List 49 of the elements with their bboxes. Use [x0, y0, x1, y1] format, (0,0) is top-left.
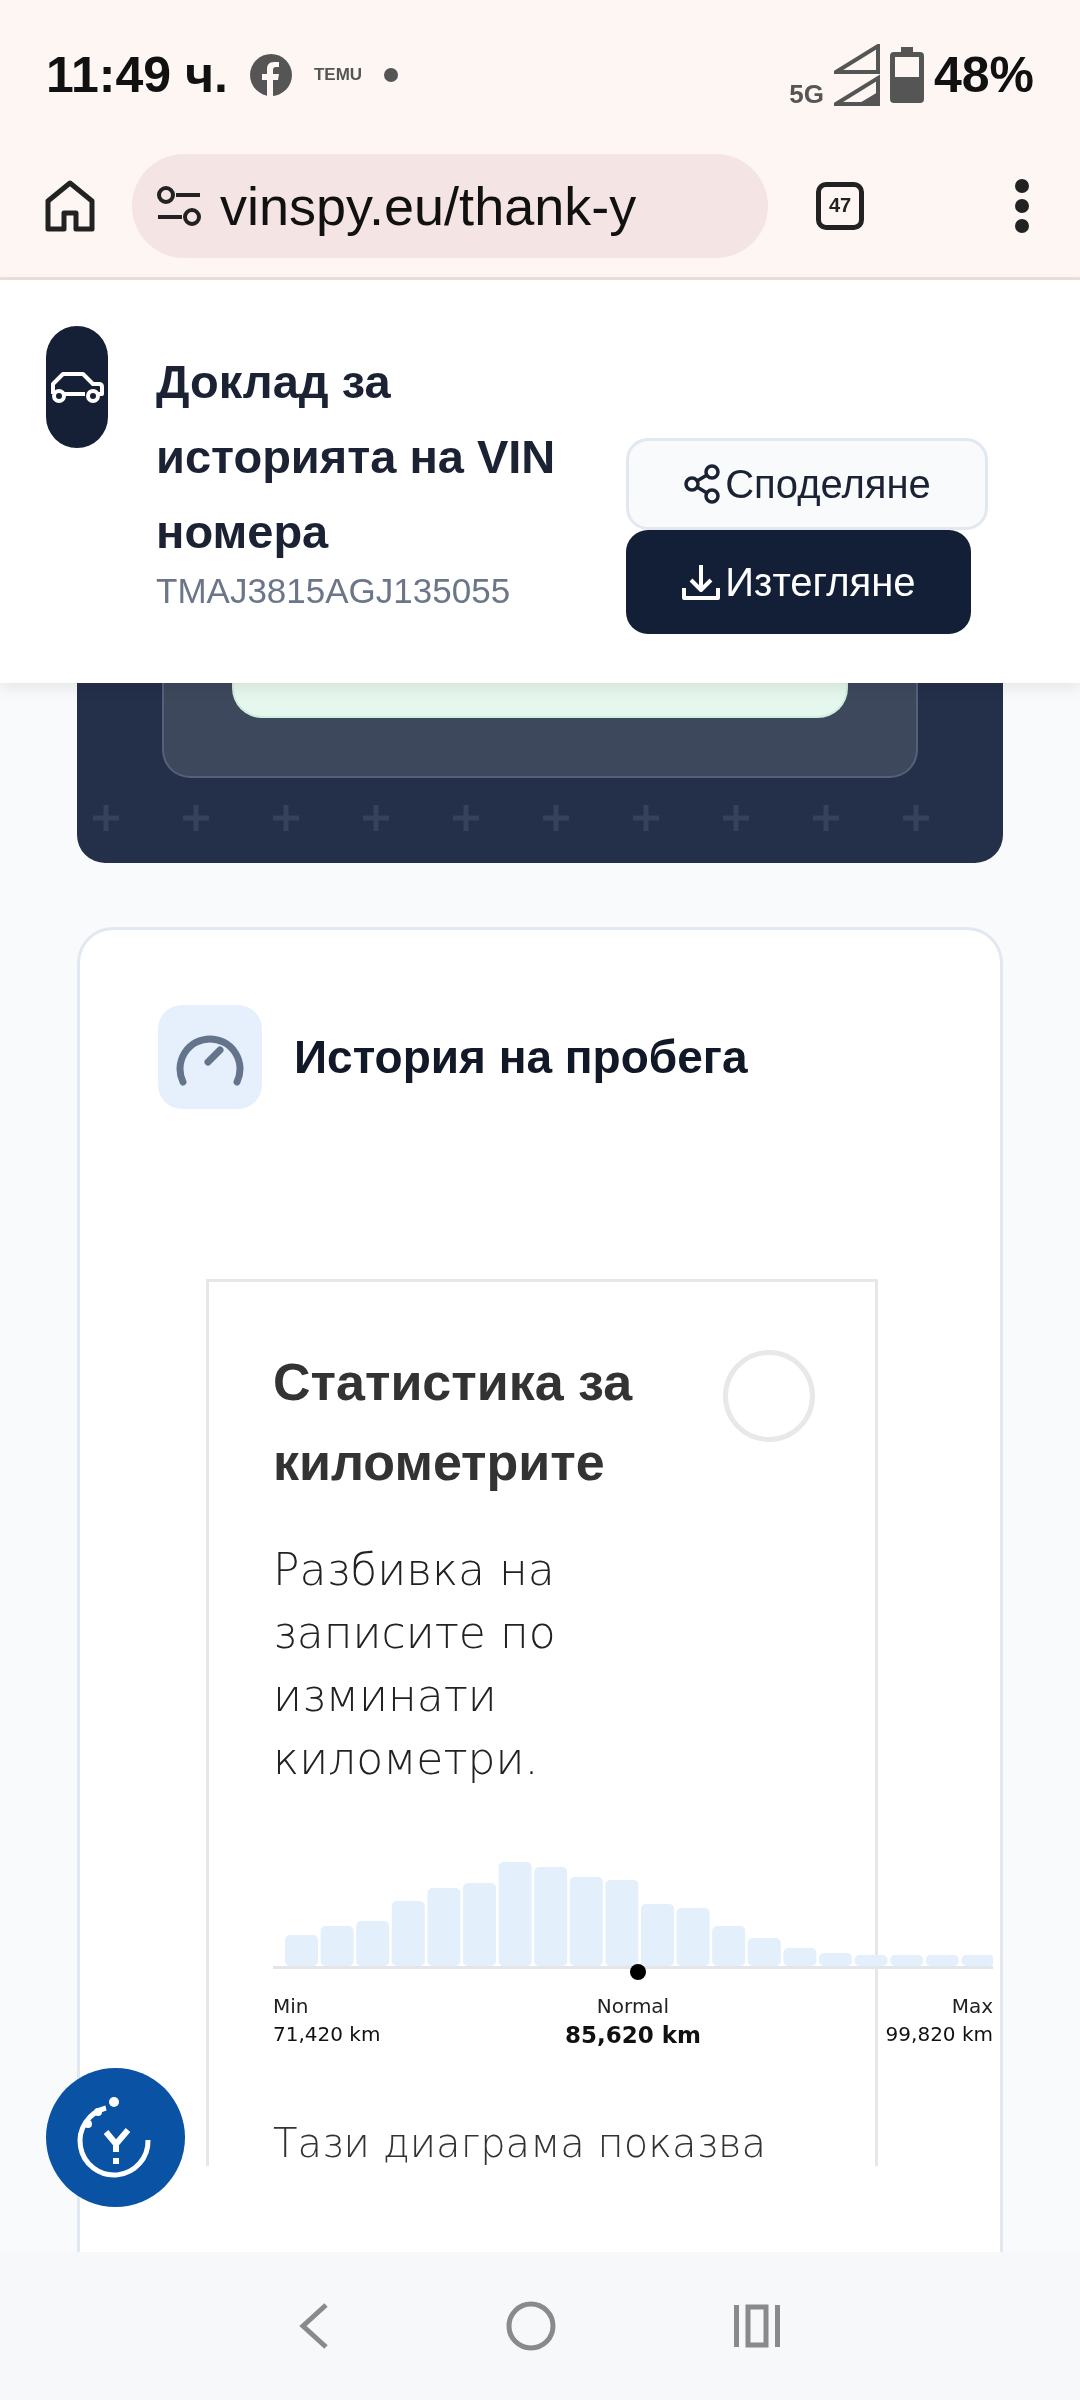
histogram-bar	[961, 1955, 993, 1966]
home-button[interactable]	[506, 2301, 556, 2351]
recent-apps-icon	[732, 2303, 782, 2349]
histogram-bar	[783, 1948, 817, 1966]
signal-icon	[833, 44, 880, 106]
vin-number: TMAJ3815AGJ135055	[156, 571, 512, 611]
battery-level: 48%	[933, 46, 1034, 104]
clock: 11:49 ч.	[46, 46, 228, 104]
histogram-bar	[854, 1955, 888, 1966]
stats-title: Статистика за километрите	[273, 1352, 634, 1493]
back-icon	[298, 2302, 330, 2350]
dot-icon	[384, 68, 399, 82]
stats-description: Разбивка на записите по изминати километри.	[273, 1543, 557, 1786]
histogram-bar	[925, 1955, 959, 1966]
home-icon[interactable]	[44, 178, 96, 233]
notification-label: TEMU	[313, 65, 363, 85]
normal-value: 85,620 km	[565, 2022, 701, 2048]
share-button[interactable]: Споделяне	[626, 438, 988, 530]
back-button[interactable]	[298, 2302, 330, 2350]
histogram-bar	[712, 1926, 746, 1966]
download-icon	[681, 562, 722, 602]
site-settings-icon[interactable]	[156, 185, 202, 226]
histogram-bar	[320, 1926, 354, 1966]
max-value: 99,820 km	[885, 2022, 993, 2046]
chart-caption: Тази диаграма показва	[273, 2120, 767, 2166]
normal-marker-dot	[630, 1964, 646, 1980]
car-icon	[49, 370, 105, 404]
histogram-bar	[285, 1935, 318, 1966]
histogram-bar	[747, 1938, 781, 1966]
min-value: 71,420 km	[273, 2022, 381, 2046]
histogram-bar	[676, 1908, 710, 1966]
min-label: Min	[273, 1994, 309, 2018]
histogram-bar	[890, 1955, 924, 1966]
max-label: Max	[951, 1994, 993, 2018]
share-icon	[683, 464, 722, 504]
tab-count-button[interactable]: 47	[816, 181, 864, 230]
download-button[interactable]: Изтегляне	[626, 530, 971, 634]
network-label: 5G	[789, 79, 824, 110]
histogram-bar	[641, 1904, 674, 1966]
normal-label: Normal	[596, 1994, 670, 2018]
report-title: Доклад за историята на VIN номера	[156, 354, 557, 560]
recent-apps-button[interactable]	[732, 2303, 782, 2349]
battery-icon	[889, 47, 924, 103]
histogram-bar	[819, 1953, 852, 1966]
section-title: История на пробега	[294, 1030, 748, 1084]
menu-icon[interactable]	[1014, 177, 1030, 234]
facebook-icon	[249, 54, 292, 96]
home-circle-icon	[506, 2301, 556, 2351]
address-bar[interactable]: vinspy.eu/thank-y	[132, 153, 768, 258]
